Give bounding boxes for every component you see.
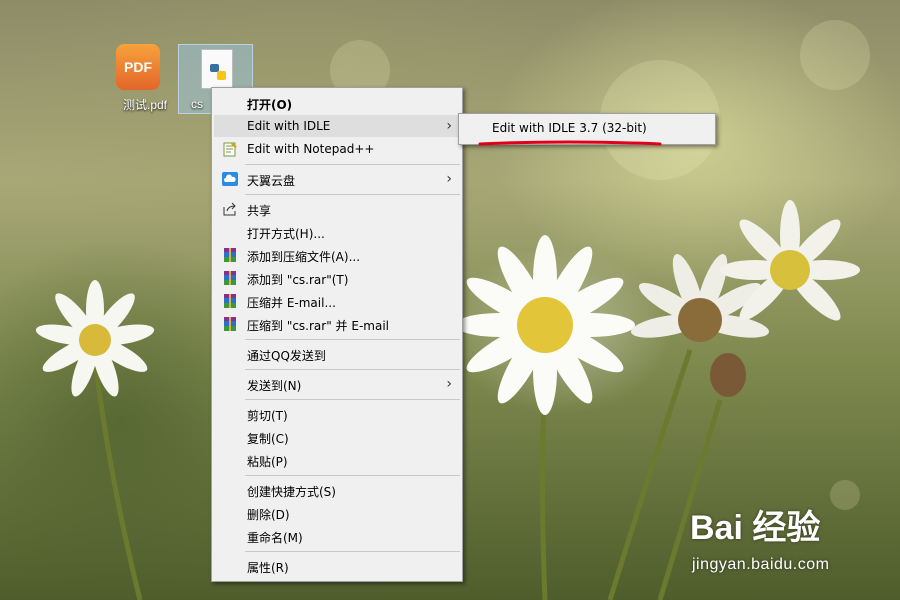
menu-item-share[interactable]: 共享: [214, 198, 460, 220]
menu-item-label: Edit with Notepad++: [247, 142, 375, 156]
menu-item-label: 天翼云盘: [247, 174, 296, 188]
menu-separator: [245, 339, 460, 340]
menu-item-send-via-qq[interactable]: 通过QQ发送到: [214, 343, 460, 365]
winrar-icon: [224, 294, 236, 308]
baidu-jingyan-watermark: Bai 经验 jingyan.baidu.com: [690, 500, 890, 590]
menu-item-delete[interactable]: 删除(D): [214, 502, 460, 524]
chevron-right-icon: ›: [446, 376, 452, 392]
menu-item-label: 通过QQ发送到: [247, 349, 326, 363]
menu-item-create-shortcut[interactable]: 创建快捷方式(S): [214, 479, 460, 501]
menu-item-compress-to-cs-rar-and-email[interactable]: 压缩到 "cs.rar" 并 E-mail: [214, 313, 460, 335]
menu-item-label: 压缩并 E-mail...: [247, 296, 336, 310]
menu-item-edit-with-notepadpp[interactable]: Edit with Notepad++: [214, 138, 460, 160]
menu-item-label: 打开(O): [247, 98, 293, 112]
baidu-logo: Bai 经验: [690, 509, 821, 547]
notepadpp-icon: [223, 142, 237, 157]
menu-separator: [245, 399, 460, 400]
menu-item-send-to[interactable]: 发送到(N) ›: [214, 373, 460, 395]
menu-item-edit-with-idle[interactable]: Edit with IDLE ›: [214, 115, 460, 137]
menu-separator: [245, 551, 460, 552]
winrar-icon: [224, 248, 236, 262]
desktop-icon-pdf[interactable]: PDF 测试.pdf: [110, 44, 180, 114]
menu-separator: [245, 164, 460, 165]
watermark-url: jingyan.baidu.com: [692, 556, 830, 573]
share-icon: [223, 202, 236, 216]
menu-separator: [245, 475, 460, 476]
cloud-icon: [222, 172, 238, 186]
menu-item-label: Edit with IDLE: [247, 119, 331, 133]
menu-item-label: 剪切(T): [247, 409, 288, 423]
menu-item-label: 删除(D): [247, 508, 290, 522]
menu-item-open-with[interactable]: 打开方式(H)...: [214, 221, 460, 243]
menu-item-open[interactable]: 打开(O): [214, 92, 460, 114]
desktop-icon-label: 测试.pdf: [122, 98, 168, 112]
menu-item-add-to-archive[interactable]: 添加到压缩文件(A)...: [214, 244, 460, 266]
menu-item-properties[interactable]: 属性(R): [214, 555, 460, 577]
menu-item-compress-and-email[interactable]: 压缩并 E-mail...: [214, 290, 460, 312]
python-file-icon: [210, 64, 226, 80]
menu-item-label: 重命名(M): [247, 531, 303, 545]
menu-item-label: 添加到压缩文件(A)...: [247, 250, 361, 264]
menu-item-label: 打开方式(H)...: [247, 227, 325, 241]
menu-separator: [245, 194, 460, 195]
menu-item-label: 粘贴(P): [247, 455, 288, 469]
menu-item-label: 复制(C): [247, 432, 289, 446]
menu-item-label: 属性(R): [247, 561, 289, 575]
chevron-right-icon: ›: [446, 171, 452, 187]
menu-item-rename[interactable]: 重命名(M): [214, 525, 460, 547]
menu-item-add-to-cs-rar[interactable]: 添加到 "cs.rar"(T): [214, 267, 460, 289]
pdf-file-icon: PDF: [116, 44, 160, 90]
menu-item-label: 共享: [247, 204, 272, 218]
menu-item-paste[interactable]: 粘贴(P): [214, 449, 460, 471]
menu-item-label: 压缩到 "cs.rar" 并 E-mail: [247, 319, 389, 333]
menu-item-cut[interactable]: 剪切(T): [214, 403, 460, 425]
winrar-icon: [224, 271, 236, 285]
desktop-icon-label: cs: [191, 97, 203, 111]
menu-item-label: 添加到 "cs.rar"(T): [247, 273, 349, 287]
context-menu: 打开(O) Edit with IDLE › Edit with Notepad…: [211, 87, 463, 582]
chevron-right-icon: ›: [446, 118, 452, 134]
winrar-icon: [224, 317, 236, 331]
menu-item-copy[interactable]: 复制(C): [214, 426, 460, 448]
menu-separator: [245, 369, 460, 370]
menu-item-tianyi-cloud[interactable]: 天翼云盘 ›: [214, 168, 460, 190]
menu-item-label: 发送到(N): [247, 379, 302, 393]
submenu-item-edit-with-idle-37[interactable]: Edit with IDLE 3.7 (32-bit): [461, 117, 713, 139]
menu-item-label: 创建快捷方式(S): [247, 485, 336, 499]
red-underline-annotation: [478, 140, 662, 146]
submenu-item-label: Edit with IDLE 3.7 (32-bit): [492, 121, 647, 135]
